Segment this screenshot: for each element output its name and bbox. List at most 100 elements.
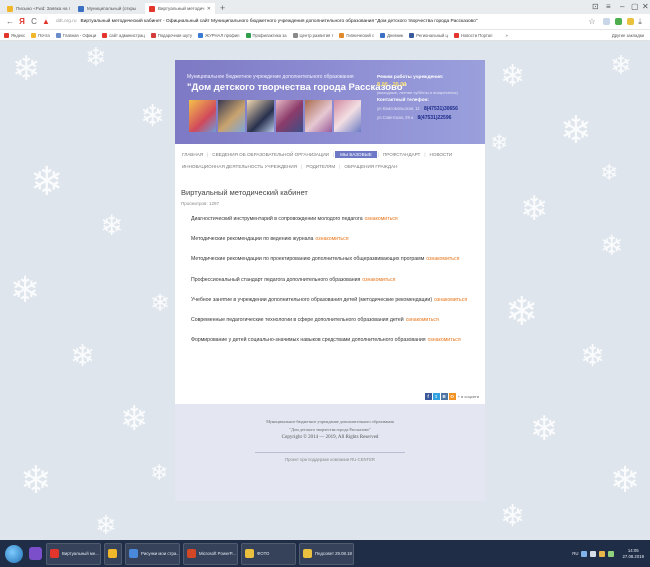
back-arrow-icon[interactable]: ←	[4, 17, 16, 26]
snowflake-icon: ❄	[140, 100, 166, 133]
document-item: Современные педагогические технологии в …	[191, 317, 479, 337]
taskbar: Виртуальный ме... Рисунки мои стра... Micr…	[0, 540, 650, 567]
bookmark-item[interactable]: Гипнический с	[339, 32, 374, 38]
document-list: Диагностический инструментарий в сопрово…	[181, 216, 479, 357]
task-list: Виртуальный ме... Рисунки мои стра... Micr…	[46, 542, 357, 565]
taskbar-task[interactable]: Педсовет 29.08.18	[299, 542, 354, 565]
yandex-home-icon[interactable]: Я	[16, 17, 28, 26]
address-line: ул.Комсомольская, 11 8(47531)30656	[377, 106, 458, 112]
bookmark-item[interactable]: Подарочная шуту	[150, 32, 193, 38]
read-more-link[interactable]: ознакомиться	[428, 337, 461, 343]
bookmark-item[interactable]: Новости Портал	[453, 32, 492, 38]
reload-icon[interactable]: C	[28, 17, 40, 26]
power-icon[interactable]	[608, 550, 615, 557]
nav-item[interactable]: ГЛАВНАЯ	[179, 152, 206, 157]
snowflake-icon: ❄	[520, 190, 549, 228]
bookmark-item[interactable]: Почта	[31, 32, 50, 38]
browser-menu-icon[interactable]: ≡	[606, 2, 611, 11]
nav-item[interactable]: ИННОВАЦИОННАЯ ДЕЯТЕЛЬНОСТЬ УЧРЕЖДЕНИЯ	[179, 164, 300, 169]
snowflake-icon: ❄	[580, 340, 606, 373]
nav-item[interactable]: РОДИТЕЛЯМ	[303, 164, 338, 169]
bookmark-favicon-icon	[453, 32, 459, 38]
bookmark-item[interactable]: »	[498, 32, 508, 38]
taskbar-task[interactable]: Виртуальный ме...	[46, 542, 101, 565]
bookmark-favicon-icon	[31, 32, 37, 38]
bookmark-item[interactable]: Профилактика за	[245, 32, 287, 38]
nav-item[interactable]: СВЕДЕНИЯ ОБ ОБРАЗОВАТЕЛЬНОЙ ОРГАНИЗАЦИИ	[209, 152, 332, 157]
nav-item[interactable]: НОВОСТИ	[427, 152, 456, 157]
bookmark-item[interactable]: ЖУРНАЛ профил	[198, 32, 240, 38]
system-tray: RU 14:05 27.08.2019	[572, 548, 650, 560]
children-photo	[218, 100, 245, 132]
snowflake-icon: ❄	[610, 459, 641, 500]
snowflake-icon: ❄	[30, 160, 64, 204]
share-button[interactable]: B	[440, 393, 448, 400]
site-header: Муниципальное бюджетное учреждение допол…	[175, 60, 485, 144]
snowflake-icon: ❄	[530, 410, 559, 448]
protect-icon[interactable]	[615, 18, 622, 25]
volume-icon[interactable]	[590, 550, 597, 557]
network-icon[interactable]	[581, 550, 588, 557]
read-more-link[interactable]: ознакомиться	[406, 317, 439, 323]
address-street: ул.Советская, 29 а	[377, 115, 414, 120]
share-button[interactable]: O	[448, 393, 456, 400]
browser-tab[interactable]: Письмо «Fwd: Заявка на г	[3, 3, 73, 14]
view-counter: Просмотров: 1297	[181, 201, 219, 206]
taskbar-task[interactable]: ФОТО	[241, 542, 296, 565]
start-button[interactable]	[5, 544, 23, 563]
bookmark-item[interactable]: Главная - Офици	[55, 32, 96, 38]
children-photo	[189, 100, 216, 132]
taskbar-task[interactable]	[104, 542, 122, 565]
bookmark-item[interactable]: Дневник	[380, 32, 403, 38]
minimize-button[interactable]: –	[620, 2, 624, 11]
read-more-link[interactable]: ознакомиться	[315, 236, 348, 242]
new-tab-button[interactable]: +	[216, 3, 229, 14]
hosting-credit[interactable]: Проект при поддержке компании RU-CENTER	[175, 457, 485, 462]
social-share: f t B O + в соцсети	[424, 393, 479, 400]
nav-item[interactable]: МЫ БАЗОВЫЕ	[335, 151, 377, 158]
browser-tab-active[interactable]: Виртуальный методич ✕	[145, 3, 215, 14]
bookmark-label: Подарочная шуту	[157, 32, 193, 38]
children-photo	[305, 100, 332, 132]
tab-title: Виртуальный методич	[158, 6, 205, 11]
document-title: Современные педагогические технологии в …	[191, 316, 404, 323]
language-indicator[interactable]: RU	[572, 551, 578, 556]
bookmark-favicon-icon	[409, 32, 415, 38]
read-more-link[interactable]: ознакомиться	[426, 256, 459, 262]
document-title: Методические рекомендации по ведению жур…	[191, 236, 314, 243]
nav-item[interactable]: ОБРАЩЕНИЯ ГРАЖДАН	[341, 164, 400, 169]
url-field[interactable]: ddt.org.ru Виртуальный методический каби…	[52, 16, 586, 27]
tabs-menu-icon[interactable]: ⊡	[592, 2, 599, 11]
read-more-link[interactable]: ознакомиться	[362, 277, 395, 283]
flag-icon[interactable]	[599, 550, 606, 557]
tab-title: Муниципальный (откры	[87, 6, 137, 11]
browser-tab[interactable]: Муниципальный (откры	[74, 3, 144, 14]
bookmark-favicon-icon	[102, 32, 108, 38]
bookmark-item[interactable]: Яндекс	[4, 32, 25, 38]
clock[interactable]: 14:05 27.08.2019	[622, 548, 644, 560]
taskbar-task[interactable]: Microsoft PowerP...	[183, 542, 238, 565]
quicklaunch-icon[interactable]	[29, 547, 42, 560]
close-window-button[interactable]: ✕	[642, 2, 649, 11]
close-tab-icon[interactable]: ✕	[207, 6, 211, 12]
extension-icon[interactable]	[603, 18, 610, 25]
bookmark-item[interactable]: сайт администрац	[102, 32, 145, 38]
adblock-icon[interactable]	[627, 18, 634, 25]
share-button[interactable]: t	[432, 393, 440, 400]
snowflake-icon: ❄	[70, 340, 96, 373]
bookmark-item[interactable]: Региональный ц	[409, 32, 448, 38]
nav-item[interactable]: ПРОФСТАНДАРТ	[380, 152, 423, 157]
document-item: Профессиональный стандарт педагога допол…	[191, 277, 479, 297]
share-button[interactable]: f	[424, 393, 432, 400]
share-label: + в соцсети	[457, 394, 479, 399]
read-more-link[interactable]: ознакомиться	[434, 297, 467, 303]
bookmark-favicon-icon	[380, 32, 386, 38]
download-icon[interactable]: ⤓	[634, 17, 646, 27]
nav-row: ИННОВАЦИОННАЯ ДЕЯТЕЛЬНОСТЬ УЧРЕЖДЕНИЯ | РО…	[179, 162, 479, 171]
taskbar-task[interactable]: Рисунки мои стра...	[125, 542, 180, 565]
bookmark-star-icon[interactable]: ☆	[586, 17, 598, 26]
bookmark-item[interactable]: Центр развития т	[292, 32, 333, 38]
read-more-link[interactable]: ознакомиться	[365, 216, 398, 222]
maximize-button[interactable]: ▢	[631, 2, 639, 11]
other-bookmarks[interactable]: Другие закладки	[612, 33, 644, 38]
